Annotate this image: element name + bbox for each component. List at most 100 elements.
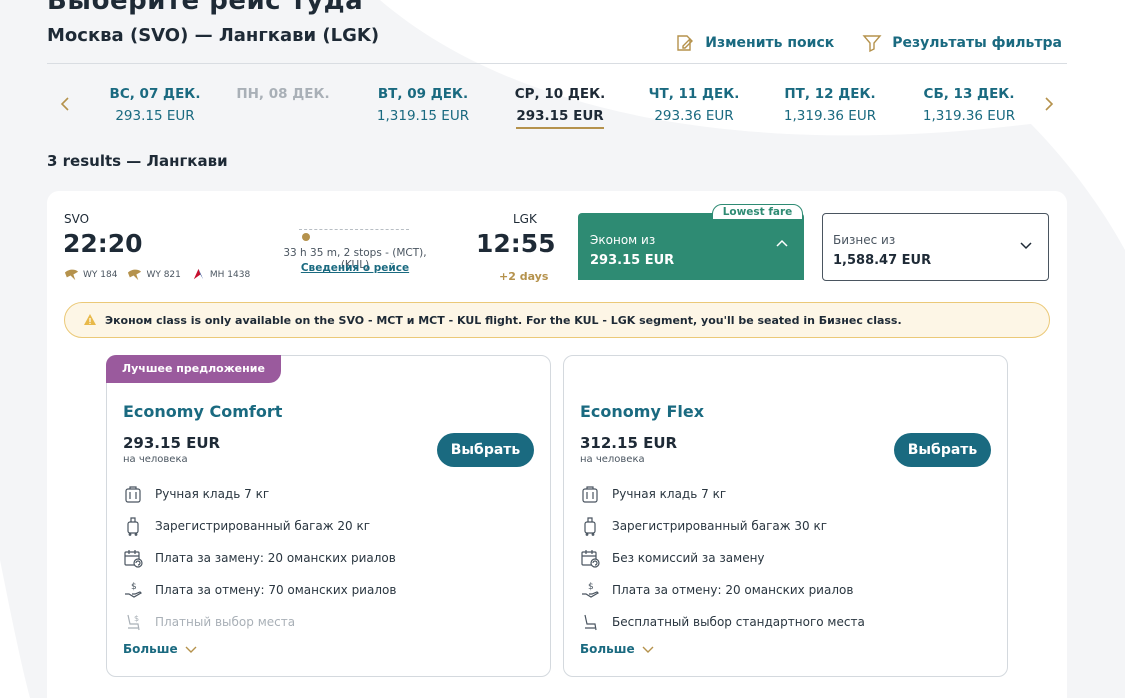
date-prev-button[interactable] xyxy=(55,92,75,116)
chevron-down-icon xyxy=(642,646,654,653)
fare-features-list: Ручная кладь 7 кг Зарегистрированный баг… xyxy=(580,478,865,638)
business-fare-label: Бизнес из xyxy=(833,233,896,247)
route-title: Москва (SVO) — Лангкави (LGK) xyxy=(47,25,380,46)
refund-hand-icon: $ xyxy=(125,582,142,598)
carry-on-bag-icon xyxy=(582,486,598,503)
flight-details-link[interactable]: Сведения о рейсе xyxy=(275,262,435,274)
feature-text: Ручная кладь 7 кг xyxy=(155,487,270,501)
edit-icon xyxy=(677,35,694,51)
chevron-right-icon xyxy=(1045,97,1054,111)
refund-hand-icon: $ xyxy=(582,582,599,598)
checked-bag-icon xyxy=(584,517,596,536)
timeline-stop-dot xyxy=(302,233,310,241)
fare-option-per-person: на человека xyxy=(123,454,188,465)
date-tab-tue-09[interactable]: ВТ, 09 ДЕК. 1,319.15 EUR xyxy=(363,86,483,124)
date-tab-thu-11[interactable]: ЧТ, 11 ДЕК. 293.36 EUR xyxy=(634,86,754,124)
feature-text: Плата за отмену: 20 оманских риалов xyxy=(612,583,854,597)
date-next-button[interactable] xyxy=(1039,92,1059,116)
filter-results-link[interactable]: Результаты фильтра xyxy=(862,33,1062,53)
feature-text: Зарегистрированный багаж 30 кг xyxy=(612,519,827,533)
calendar-change-icon xyxy=(581,550,600,568)
business-fare-price: 1,588.47 EUR xyxy=(833,253,932,268)
date-selector: ВС, 07 ДЕК. 293.15 EUR ПН, 08 ДЕК. ВТ, 0… xyxy=(47,64,1067,148)
economy-fare-button[interactable]: Эконом из 293.15 EUR xyxy=(578,213,804,280)
date-label: ПН, 08 ДЕК. xyxy=(236,86,330,102)
oman-air-logo-icon xyxy=(64,269,79,281)
feature-item: $ Платный выбор места xyxy=(123,606,396,638)
filter-results-label: Результаты фильтра xyxy=(892,35,1062,51)
seat-paid-icon: $ xyxy=(127,614,140,631)
flight-card: SVO 22:20 WY 184 WY 821 MH 1438 33 h 35 … xyxy=(47,191,1067,698)
feature-text: Плата за отмену: 70 оманских риалов xyxy=(155,583,397,597)
date-price: 293.15 EUR xyxy=(115,108,195,124)
feature-item: Без комиссий за замену xyxy=(580,542,865,574)
more-label: Больше xyxy=(123,642,178,656)
date-label: СБ, 13 ДЕК. xyxy=(923,86,1015,102)
svg-text:$: $ xyxy=(131,582,137,592)
date-price: 1,319.36 EUR xyxy=(922,108,1016,124)
feature-item: Плата за замену: 20 оманских риалов xyxy=(123,542,396,574)
filter-icon xyxy=(862,35,882,53)
carrier-item: MH 1438 xyxy=(191,267,250,282)
cabin-notice-text: Эконом class is only available on the SV… xyxy=(105,313,902,327)
header-actions: Изменить поиск Результаты фильтра xyxy=(675,33,1062,53)
business-fare-button[interactable]: Бизнес из 1,588.47 EUR xyxy=(822,213,1049,281)
change-search-label: Изменить поиск xyxy=(705,35,835,51)
feature-item: Бесплатный выбор стандартного места xyxy=(580,606,865,638)
chevron-up-icon xyxy=(776,239,788,247)
feature-text: Платный выбор места xyxy=(155,615,296,629)
lowest-fare-badge: Lowest fare xyxy=(712,204,803,220)
carrier-item: WY 821 xyxy=(127,267,181,282)
fare-option-economy-comfort: Лучшее предложение Economy Comfort 293.1… xyxy=(106,355,551,677)
cabin-notice: Эконом class is only available on the SV… xyxy=(64,302,1050,338)
checked-bag-icon xyxy=(127,517,139,536)
svg-text:$: $ xyxy=(588,582,594,592)
arrival-plus-days: +2 days xyxy=(499,270,549,283)
oman-air-logo-icon xyxy=(128,269,142,281)
carrier-code: WY 184 xyxy=(83,269,118,280)
feature-item: Ручная кладь 7 кг xyxy=(123,478,396,510)
carrier-code: MH 1438 xyxy=(209,269,251,280)
date-label: ЧТ, 11 ДЕК. xyxy=(648,86,740,102)
more-details-link[interactable]: Больше xyxy=(580,642,655,656)
date-price: 1,319.15 EUR xyxy=(376,108,470,124)
flight-timeline xyxy=(299,229,409,241)
date-tab-sat-13[interactable]: СБ, 13 ДЕК. 1,319.36 EUR xyxy=(909,86,1029,124)
date-label: ПТ, 12 ДЕК. xyxy=(784,86,876,102)
date-price: 293.36 EUR xyxy=(654,108,734,124)
carry-on-bag-icon xyxy=(125,486,141,503)
date-label: ВС, 07 ДЕК. xyxy=(109,86,201,102)
select-economy-comfort-button[interactable]: Выбрать xyxy=(437,433,534,467)
warning-icon xyxy=(84,314,96,325)
chevron-down-icon xyxy=(185,646,197,653)
select-economy-flex-button[interactable]: Выбрать xyxy=(894,433,991,467)
feature-text: Зарегистрированный багаж 20 кг xyxy=(155,519,370,533)
economy-fare-label: Эконом из xyxy=(590,233,656,247)
departure-time: 22:20 xyxy=(63,229,143,258)
change-search-link[interactable]: Изменить поиск xyxy=(675,33,834,53)
date-label: СР, 10 ДЕК. xyxy=(514,86,606,102)
economy-fare-price: 293.15 EUR xyxy=(590,253,675,268)
arrival-time: 12:55 xyxy=(476,229,556,258)
arrival-code: LGK xyxy=(513,212,537,226)
svg-text:$: $ xyxy=(134,614,139,623)
fare-option-price: 312.15 EUR xyxy=(580,434,678,452)
fare-option-economy-flex: Economy Flex 312.15 EUR на человека Выбр… xyxy=(563,355,1008,677)
date-tab-sun-07[interactable]: ВС, 07 ДЕК. 293.15 EUR xyxy=(95,86,215,124)
date-tab-wed-10[interactable]: СР, 10 ДЕК. 293.15 EUR xyxy=(500,86,620,129)
date-tab-fri-12[interactable]: ПТ, 12 ДЕК. 1,319.36 EUR xyxy=(770,86,890,124)
fare-features-list: Ручная кладь 7 кг Зарегистрированный баг… xyxy=(123,478,396,638)
timeline-line xyxy=(299,229,409,230)
date-label: ВТ, 09 ДЕК. xyxy=(377,86,469,102)
date-tab-mon-08: ПН, 08 ДЕК. xyxy=(223,86,343,108)
more-details-link[interactable]: Больше xyxy=(123,642,198,656)
more-label: Больше xyxy=(580,642,635,656)
malaysia-airlines-logo-icon xyxy=(193,268,204,280)
feature-text: Бесплатный выбор стандартного места xyxy=(612,615,865,629)
departure-code: SVO xyxy=(64,212,90,226)
seat-icon xyxy=(584,614,597,631)
fare-option-title: Economy Flex xyxy=(580,402,705,421)
carrier-code: WY 821 xyxy=(146,269,181,280)
results-count: 3 results — Лангкави xyxy=(47,152,228,170)
calendar-change-icon xyxy=(124,550,143,568)
